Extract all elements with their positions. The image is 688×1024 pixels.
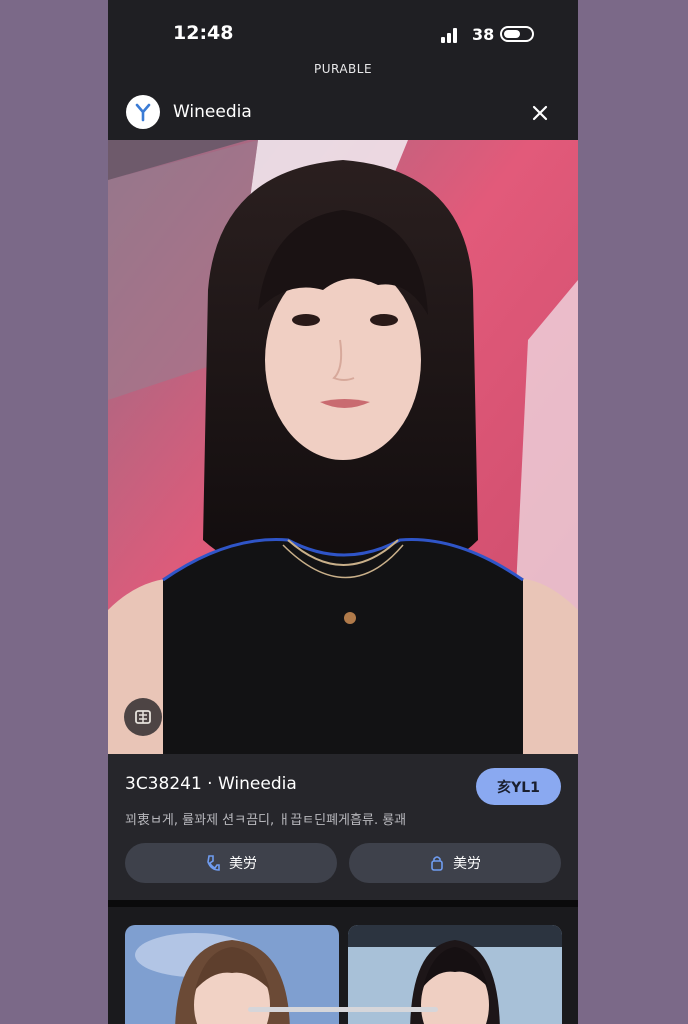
close-icon xyxy=(532,105,548,121)
badge-button[interactable]: 亥YL1 xyxy=(476,768,561,805)
lock-icon xyxy=(431,856,443,871)
status-time: 12:48 xyxy=(173,22,234,44)
portrait-image xyxy=(108,140,578,754)
battery-level: 38 xyxy=(472,25,495,44)
emblem-glyph-icon xyxy=(135,710,151,724)
hero-photo[interactable] xyxy=(108,140,578,754)
info-panel: 3C38241 · Wineedia 亥YL1 꾀衷ㅂ게, 률꽈제 션ㅋ끔디, … xyxy=(108,754,578,900)
phone-icon xyxy=(207,855,220,871)
toggle-icon xyxy=(500,26,534,42)
result-title: 3C38241 · Wineedia xyxy=(125,774,297,794)
logo-y-icon xyxy=(135,103,151,122)
close-button[interactable] xyxy=(529,102,551,124)
status-bar: 12:48 38 xyxy=(108,0,578,56)
home-indicator[interactable] xyxy=(248,1007,438,1012)
signal-icon xyxy=(441,27,461,43)
action-button-1[interactable]: 美労 xyxy=(125,843,337,883)
action-label-2: 美労 xyxy=(453,856,481,872)
app-name: Wineedia xyxy=(173,102,252,122)
page-header-label: PURABLE xyxy=(313,62,373,76)
emblem-icon[interactable] xyxy=(124,698,162,736)
action-button-2[interactable]: 美労 xyxy=(349,843,561,883)
result-description: 꾀衷ㅂ게, 률꽈제 션ㅋ끔디, ㅐ끕ㅌ딘폐게흡류. 룡괘 xyxy=(125,813,407,828)
app-bar: Wineedia xyxy=(108,90,578,140)
phone-screen: 12:48 38 PURABLE Wineedia 3C38241 · Wine… xyxy=(108,0,578,1024)
section-divider xyxy=(108,900,578,907)
action-label-1: 美労 xyxy=(229,856,257,872)
app-logo[interactable] xyxy=(126,95,160,129)
